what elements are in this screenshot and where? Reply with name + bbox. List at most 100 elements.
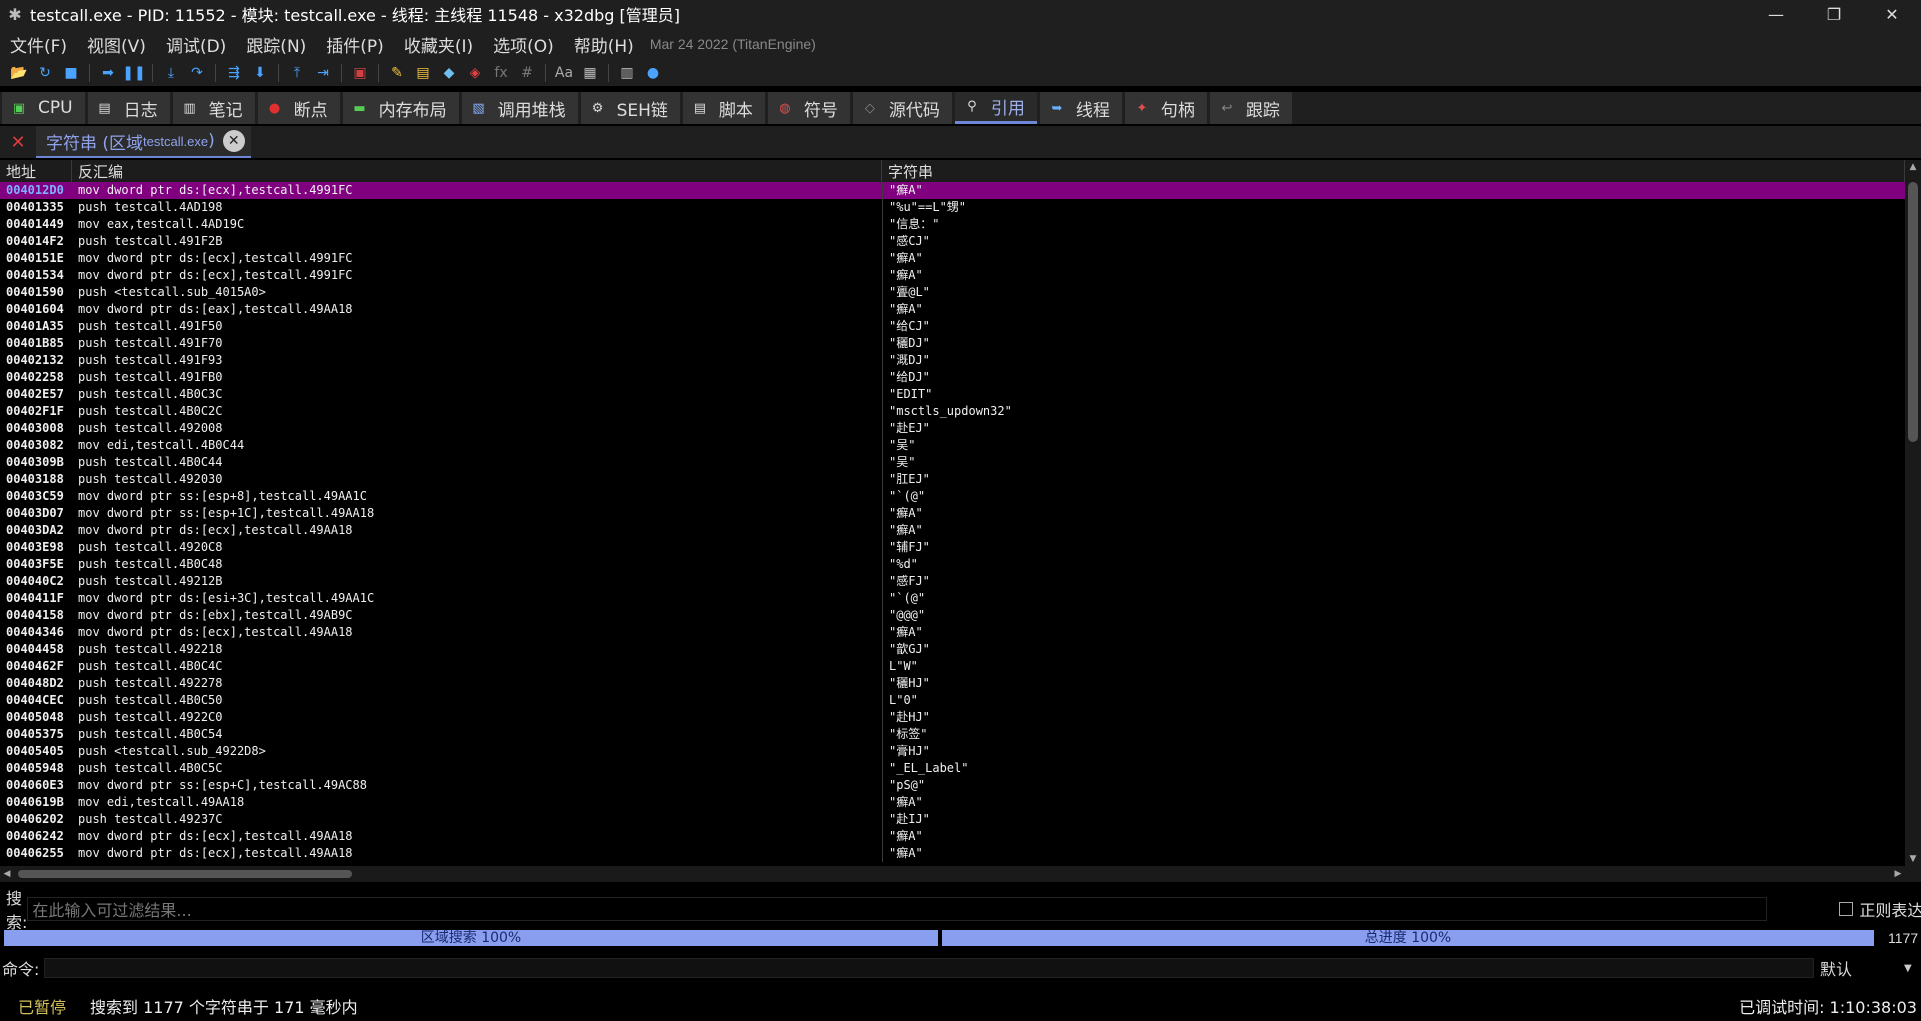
- font-icon[interactable]: Aa: [554, 63, 574, 83]
- table-row[interactable]: 0040462F push testcall.4B0C4C L"W": [0, 658, 1905, 675]
- horizontal-scrollbar[interactable]: ◀ ▶: [0, 866, 1905, 882]
- tab-memory-map[interactable]: ▬ 内存布局: [342, 92, 459, 124]
- table-row[interactable]: 00401604 mov dword ptr ds:[eax],testcall.…: [0, 301, 1905, 318]
- table-row[interactable]: 00404158 mov dword ptr ds:[ebx],testcall.…: [0, 607, 1905, 624]
- table-row[interactable]: 00401590 push <testcall.sub_4015A0> "亹@L": [0, 284, 1905, 301]
- hash-icon[interactable]: #: [517, 63, 537, 83]
- table-row[interactable]: 00405405 push <testcall.sub_4922D8> "膏HJ": [0, 743, 1905, 760]
- maximize-button[interactable]: ❐: [1805, 0, 1863, 28]
- table-row[interactable]: 00403188 push testcall.492030 "肛EJ": [0, 471, 1905, 488]
- table-row[interactable]: 00405948 push testcall.4B0C5C "_EL_Label": [0, 760, 1905, 777]
- menu-trace[interactable]: 跟踪(N): [236, 32, 316, 57]
- memory-icon[interactable]: ▤: [413, 63, 433, 83]
- open-icon[interactable]: 📂: [9, 63, 29, 83]
- run-icon[interactable]: ➡: [98, 63, 118, 83]
- minimize-button[interactable]: —: [1747, 0, 1805, 28]
- table-row[interactable]: 00402132 push testcall.491F93 "溉DJ": [0, 352, 1905, 369]
- command-input[interactable]: [44, 958, 1814, 978]
- table-row[interactable]: 00406202 push testcall.49237C "赴IJ": [0, 811, 1905, 828]
- search-input[interactable]: 在此输入可过滤结果...: [27, 897, 1768, 921]
- tab-script[interactable]: ▤ 脚本: [682, 92, 765, 124]
- horizontal-scroll-thumb[interactable]: [18, 870, 352, 878]
- calculator-icon[interactable]: ▦: [580, 63, 600, 83]
- table-row[interactable]: 0040151E mov dword ptr ds:[ecx],testcall.…: [0, 250, 1905, 267]
- table-row[interactable]: 00402F1F push testcall.4B0C2C "msctls_updo…: [0, 403, 1905, 420]
- table-row[interactable]: 00402E57 push testcall.4B0C3C "EDIT": [0, 386, 1905, 403]
- stop-icon[interactable]: ■: [61, 63, 81, 83]
- regex-checkbox[interactable]: [1839, 902, 1854, 916]
- tab-breakpoint[interactable]: ● 断点: [257, 92, 340, 124]
- table-row[interactable]: 00403E98 push testcall.4920C8 "辅FJ": [0, 539, 1905, 556]
- vertical-scroll-thumb[interactable]: [1908, 182, 1918, 442]
- menu-options[interactable]: 选项(O): [483, 32, 564, 57]
- regex-option[interactable]: 正则表达式: [1839, 897, 1921, 921]
- function-icon[interactable]: fx: [491, 63, 511, 83]
- table-row[interactable]: 00403D07 mov dword ptr ss:[esp+1C],testca…: [0, 505, 1905, 522]
- table-row[interactable]: 00405375 push testcall.4B0C54 "标签": [0, 726, 1905, 743]
- pause-icon[interactable]: ❚❚: [122, 63, 145, 83]
- tab-handles[interactable]: ✦ 句柄: [1124, 92, 1207, 124]
- column-header-string[interactable]: 字符串: [882, 160, 1905, 182]
- tab-strings-region[interactable]: 字符串 (区域 testcall.exe ) ✕: [36, 126, 251, 158]
- table-row[interactable]: 00404458 push testcall.492218 "歆GJ": [0, 641, 1905, 658]
- scroll-down-icon[interactable]: ▼: [1905, 852, 1921, 866]
- column-header-disassembly[interactable]: 反汇编: [72, 160, 882, 182]
- table-row[interactable]: 00403DA2 mov dword ptr ds:[ecx],testcall.…: [0, 522, 1905, 539]
- table-row[interactable]: 004040C2 push testcall.49212B "感FJ": [0, 573, 1905, 590]
- tab-threads[interactable]: ➥ 线程: [1039, 92, 1122, 124]
- table-row[interactable]: 004014F2 push testcall.491F2B "感CJ": [0, 233, 1905, 250]
- chevron-down-icon[interactable]: ▼: [1904, 963, 1912, 974]
- close-tab-icon[interactable]: ✕: [222, 130, 245, 152]
- table-row[interactable]: 00401A35 push testcall.491F50 "给CJ": [0, 318, 1905, 335]
- globe-icon[interactable]: ●: [643, 63, 663, 83]
- close-all-tabs-icon[interactable]: ✕: [0, 132, 36, 153]
- tab-notes[interactable]: ▥ 笔记: [172, 92, 255, 124]
- menu-plugins[interactable]: 插件(P): [316, 32, 394, 57]
- table-row[interactable]: 00401B85 push testcall.491F70 "穲DJ": [0, 335, 1905, 352]
- table-row[interactable]: 004012D0 mov dword ptr ds:[ecx],testcall.…: [0, 182, 1905, 199]
- table-row[interactable]: 0040411F mov dword ptr ds:[esi+3C],testca…: [0, 590, 1905, 607]
- table-row[interactable]: 0040619B mov edi,testcall.49AA18 "癬A": [0, 794, 1905, 811]
- step-into-icon[interactable]: ⤓: [161, 63, 181, 83]
- table-row[interactable]: 00403F5E push testcall.4B0C48 "%d": [0, 556, 1905, 573]
- run-to-user-icon[interactable]: ⤒: [287, 63, 307, 83]
- table-row[interactable]: 00406255 mov dword ptr ds:[ecx],testcall.…: [0, 845, 1905, 862]
- command-mode-select[interactable]: 默认: [1820, 956, 1852, 980]
- table-row[interactable]: 00401335 push testcall.4AD198 "%u"==L"甥": [0, 199, 1905, 216]
- menu-help[interactable]: 帮助(H): [564, 32, 644, 57]
- patch-icon[interactable]: ✎: [387, 63, 407, 83]
- breakpoint-remove-icon[interactable]: ◈: [465, 63, 485, 83]
- table-row[interactable]: 00404346 mov dword ptr ds:[ecx],testcall.…: [0, 624, 1905, 641]
- table-row[interactable]: 00401449 mov eax,testcall.4AD19C "信息：": [0, 216, 1905, 233]
- execute-till-return-icon[interactable]: ⇥: [313, 63, 333, 83]
- table-row[interactable]: 00403008 push testcall.492008 "赴EJ": [0, 420, 1905, 437]
- scroll-right-icon[interactable]: ▶: [1891, 866, 1905, 882]
- table-row[interactable]: 004048D2 push testcall.492278 "穲HJ": [0, 675, 1905, 692]
- menu-view[interactable]: 视图(V): [77, 32, 156, 57]
- tab-seh[interactable]: ⚙ SEH链: [580, 92, 680, 124]
- tab-source[interactable]: ◇ 源代码: [852, 92, 952, 124]
- tab-trace[interactable]: ↩ 跟踪: [1209, 92, 1292, 124]
- table-row[interactable]: 00403C59 mov dword ptr ss:[esp+8],testcal…: [0, 488, 1905, 505]
- table-row[interactable]: 00404CEC push testcall.4B0C50 L"0": [0, 692, 1905, 709]
- trace-into-icon[interactable]: ⇶: [224, 63, 244, 83]
- scroll-up-icon[interactable]: ▲: [1905, 160, 1921, 174]
- restart-icon[interactable]: ↻: [35, 63, 55, 83]
- menu-debug[interactable]: 调试(D): [156, 32, 236, 57]
- notes-icon[interactable]: ▥: [617, 63, 637, 83]
- close-button[interactable]: ✕: [1863, 0, 1921, 28]
- tab-cpu[interactable]: ▣ CPU: [2, 92, 85, 124]
- menu-favourites[interactable]: 收藏夹(I): [394, 32, 483, 57]
- scroll-left-icon[interactable]: ◀: [0, 866, 14, 882]
- table-row[interactable]: 00403082 mov edi,testcall.4B0C44 "吴": [0, 437, 1905, 454]
- stop-trace-icon[interactable]: ▣: [350, 63, 370, 83]
- tab-log[interactable]: ▤ 日志: [87, 92, 170, 124]
- table-row[interactable]: 00405048 push testcall.4922C0 "赴HJ": [0, 709, 1905, 726]
- table-row[interactable]: 0040309B push testcall.4B0C44 "吴": [0, 454, 1905, 471]
- table-row[interactable]: 00406242 mov dword ptr ds:[ecx],testcall.…: [0, 828, 1905, 845]
- scylla-icon[interactable]: ◆: [439, 63, 459, 83]
- table-row[interactable]: 00401534 mov dword ptr ds:[ecx],testcall.…: [0, 267, 1905, 284]
- tab-symbols[interactable]: ◍ 符号: [767, 92, 850, 124]
- vertical-scrollbar[interactable]: ▲ ▼: [1905, 160, 1921, 866]
- table-row[interactable]: 00402258 push testcall.491FB0 "给DJ": [0, 369, 1905, 386]
